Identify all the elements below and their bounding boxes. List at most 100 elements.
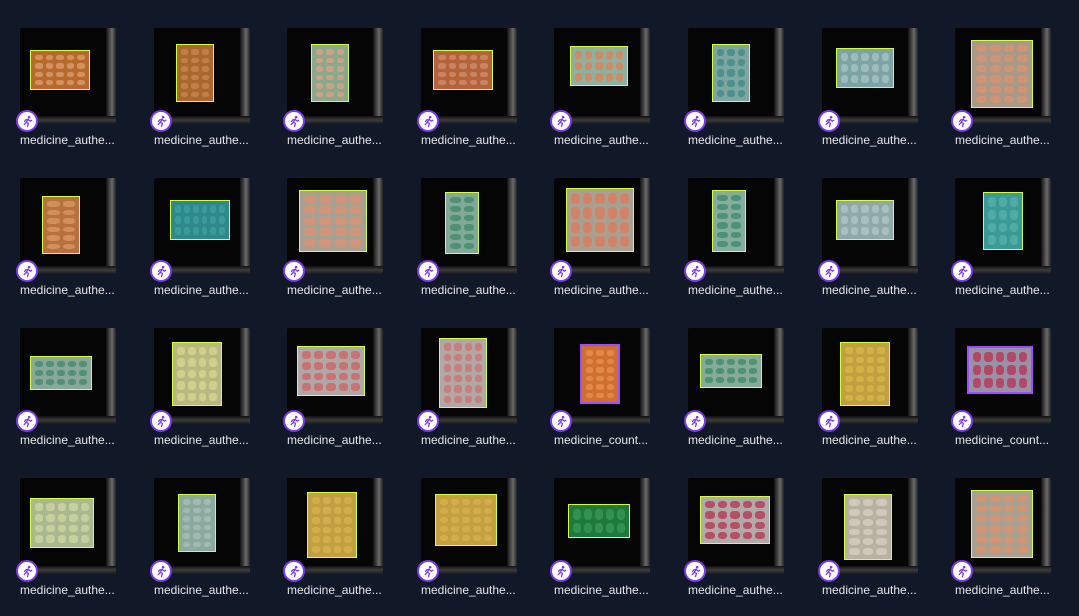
running-person-icon[interactable] <box>550 260 572 282</box>
thumbnail-image[interactable] <box>822 28 918 124</box>
running-person-icon[interactable] <box>684 260 706 282</box>
blister-tablets <box>316 49 344 97</box>
gallery-item[interactable]: medicine_authe... <box>16 28 136 152</box>
gallery-item[interactable]: medicine_authe... <box>150 28 270 152</box>
gallery-item[interactable]: medicine_authe... <box>16 328 136 452</box>
thumbnail-image[interactable] <box>421 28 517 124</box>
thumbnail-image[interactable] <box>688 178 784 274</box>
gallery-item[interactable]: medicine_authe... <box>16 178 136 302</box>
gallery-item[interactable]: medicine_authe... <box>417 28 537 152</box>
running-person-icon[interactable] <box>417 110 439 132</box>
gallery-item[interactable]: medicine_authe... <box>417 178 537 302</box>
gallery-item[interactable]: medicine_authe... <box>684 178 804 302</box>
thumbnail-image[interactable] <box>20 328 116 424</box>
running-person-icon[interactable] <box>150 110 172 132</box>
gallery-item[interactable]: medicine_authe... <box>818 178 938 302</box>
gallery-item[interactable]: medicine_authe... <box>417 328 537 452</box>
gallery-item[interactable]: medicine_count... <box>550 328 670 452</box>
thumbnail-image[interactable] <box>554 28 650 124</box>
running-person-icon[interactable] <box>684 110 706 132</box>
gallery-item[interactable]: medicine_authe... <box>818 328 938 452</box>
running-person-icon[interactable] <box>16 260 38 282</box>
thumbnail-image[interactable] <box>554 328 650 424</box>
thumbnail-image[interactable] <box>554 178 650 274</box>
gallery-item[interactable]: medicine_authe... <box>150 328 270 452</box>
thumbnail-image[interactable] <box>154 178 250 274</box>
running-person-icon[interactable] <box>283 260 305 282</box>
gallery-item[interactable]: medicine_authe... <box>150 478 270 602</box>
gallery-item[interactable]: medicine_authe... <box>283 28 403 152</box>
thumbnail-image[interactable] <box>688 28 784 124</box>
thumbnail-image[interactable] <box>822 178 918 274</box>
thumbnail-image[interactable] <box>287 178 383 274</box>
gallery-item[interactable]: medicine_authe... <box>951 28 1071 152</box>
detection-box <box>971 490 1033 558</box>
thumbnail-image[interactable] <box>955 178 1051 274</box>
running-person-icon[interactable] <box>818 560 840 582</box>
thumbnail-image[interactable] <box>287 28 383 124</box>
thumbnail-image[interactable] <box>554 478 650 574</box>
thumbnail-image[interactable] <box>688 328 784 424</box>
running-person-icon[interactable] <box>417 410 439 432</box>
running-person-icon[interactable] <box>150 560 172 582</box>
gallery-item[interactable]: medicine_authe... <box>283 478 403 602</box>
gallery-item[interactable]: medicine_authe... <box>951 178 1071 302</box>
running-person-icon[interactable] <box>951 410 973 432</box>
gallery-item[interactable]: medicine_authe... <box>818 478 938 602</box>
running-person-icon[interactable] <box>818 260 840 282</box>
running-person-icon[interactable] <box>150 260 172 282</box>
running-person-icon[interactable] <box>550 410 572 432</box>
thumbnail-image[interactable] <box>20 178 116 274</box>
gallery-item[interactable]: medicine_authe... <box>283 328 403 452</box>
running-person-icon[interactable] <box>818 110 840 132</box>
running-person-icon[interactable] <box>684 560 706 582</box>
gallery-item[interactable]: medicine_authe... <box>550 28 670 152</box>
running-person-icon[interactable] <box>951 110 973 132</box>
running-person-icon[interactable] <box>16 410 38 432</box>
running-person-icon[interactable] <box>550 110 572 132</box>
running-person-icon[interactable] <box>283 560 305 582</box>
gallery-item[interactable]: medicine_authe... <box>818 28 938 152</box>
thumbnail-image[interactable] <box>688 478 784 574</box>
thumbnail-image[interactable] <box>955 478 1051 574</box>
tablet <box>80 524 89 533</box>
gallery-item[interactable]: medicine_authe... <box>684 28 804 152</box>
thumbnail-image[interactable] <box>421 328 517 424</box>
thumbnail-image[interactable] <box>955 328 1051 424</box>
running-person-icon[interactable] <box>951 560 973 582</box>
gallery-item[interactable]: medicine_authe... <box>283 178 403 302</box>
thumbnail-image[interactable] <box>822 478 918 574</box>
gallery-item[interactable]: medicine_authe... <box>550 178 670 302</box>
running-person-icon[interactable] <box>283 110 305 132</box>
gallery-item[interactable]: medicine_authe... <box>684 478 804 602</box>
gallery-item[interactable]: medicine_authe... <box>951 478 1071 602</box>
thumbnail-image[interactable] <box>154 28 250 124</box>
thumbnail-image[interactable] <box>154 328 250 424</box>
thumbnail-image[interactable] <box>154 478 250 574</box>
tablet <box>973 365 982 375</box>
running-person-icon[interactable] <box>417 560 439 582</box>
running-person-icon[interactable] <box>150 410 172 432</box>
gallery-item[interactable]: medicine_authe... <box>550 478 670 602</box>
thumbnail-image[interactable] <box>421 178 517 274</box>
gallery-item[interactable]: medicine_authe... <box>684 328 804 452</box>
thumbnail-image[interactable] <box>287 328 383 424</box>
running-person-icon[interactable] <box>283 410 305 432</box>
running-person-icon[interactable] <box>951 260 973 282</box>
thumbnail-image[interactable] <box>822 328 918 424</box>
gallery-item[interactable]: medicine_authe... <box>417 478 537 602</box>
running-person-icon[interactable] <box>16 110 38 132</box>
running-person-icon[interactable] <box>818 410 840 432</box>
thumbnail-image[interactable] <box>421 478 517 574</box>
gallery-item[interactable]: medicine_count... <box>951 328 1071 452</box>
gallery-item[interactable]: medicine_authe... <box>150 178 270 302</box>
running-person-icon[interactable] <box>550 560 572 582</box>
running-person-icon[interactable] <box>684 410 706 432</box>
thumbnail-image[interactable] <box>955 28 1051 124</box>
thumbnail-image[interactable] <box>20 478 116 574</box>
thumbnail-image[interactable] <box>287 478 383 574</box>
thumbnail-image[interactable] <box>20 28 116 124</box>
gallery-item[interactable]: medicine_authe... <box>16 478 136 602</box>
running-person-icon[interactable] <box>417 260 439 282</box>
running-person-icon[interactable] <box>16 560 38 582</box>
